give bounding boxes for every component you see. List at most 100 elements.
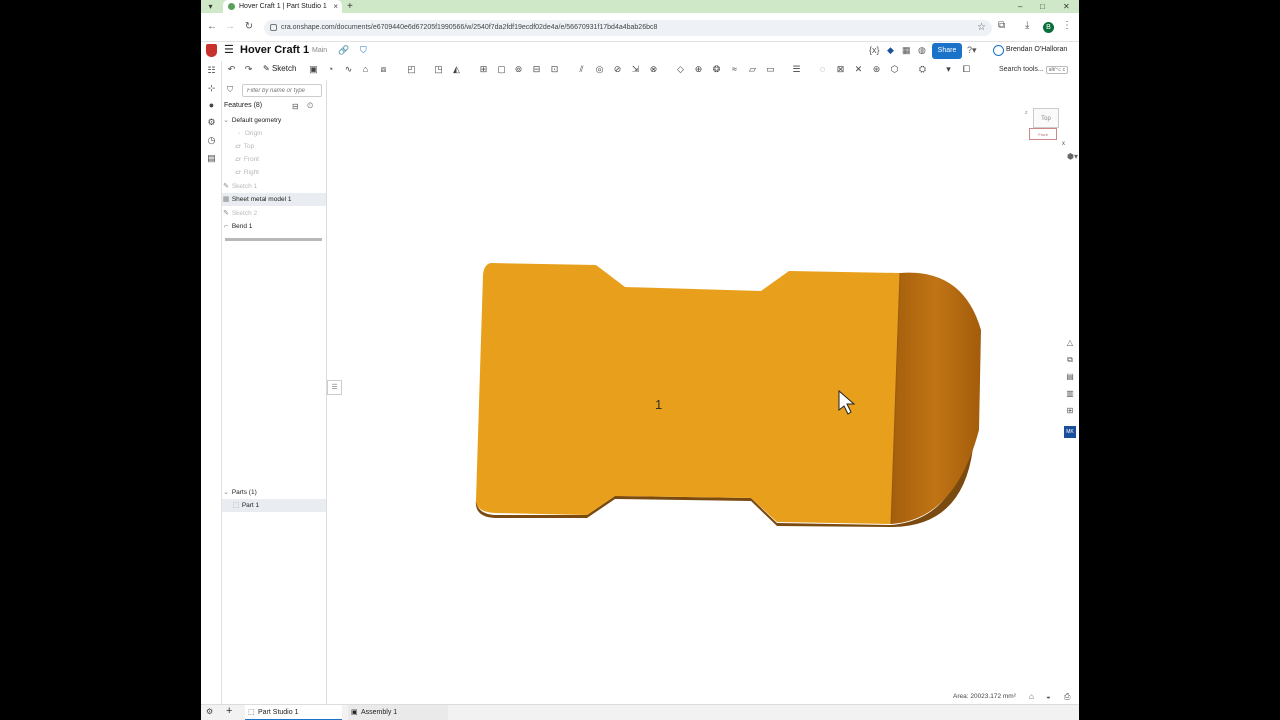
- onshape-logo-icon[interactable]: [206, 44, 217, 57]
- helix-icon[interactable]: ❂: [711, 64, 722, 75]
- undo-icon[interactable]: ↶: [226, 64, 237, 75]
- redo-icon[interactable]: ↷: [243, 64, 254, 75]
- add-custom-feature-icon[interactable]: ▾: [943, 64, 954, 75]
- rollback-bar[interactable]: [225, 238, 322, 241]
- extrude-icon[interactable]: ▣: [308, 64, 319, 75]
- print-icon[interactable]: ⎙: [1064, 692, 1070, 702]
- feature-list-icon[interactable]: ☷: [206, 65, 217, 76]
- part-3d-model[interactable]: [343, 80, 1079, 706]
- section-view-icon[interactable]: ⊠: [835, 64, 846, 75]
- sweep-icon[interactable]: ∿: [343, 64, 354, 75]
- close-tab-icon[interactable]: ×: [333, 0, 338, 13]
- graphics-viewport[interactable]: Top Front x z ⬢▾: [343, 80, 1079, 706]
- part-flat-face[interactable]: [476, 263, 900, 524]
- mate-connector-icon[interactable]: ⊕: [693, 64, 704, 75]
- configurations-icon[interactable]: ⧉: [1064, 354, 1076, 366]
- tab-assembly-1[interactable]: ▣ Assembly 1: [348, 705, 448, 720]
- view-cube[interactable]: Top Front x z ⬢▾: [1015, 90, 1078, 161]
- tab-manager-icon[interactable]: ⚙: [206, 707, 213, 716]
- surface-icon[interactable]: ▱: [747, 64, 758, 75]
- browser-menu-icon[interactable]: ⋮: [1062, 20, 1072, 31]
- selection-filter-icon[interactable]: ⌂: [1029, 692, 1034, 701]
- variable-icon[interactable]: ✕: [853, 64, 864, 75]
- site-info-icon[interactable]: [270, 24, 277, 31]
- plane-icon[interactable]: ◇: [675, 64, 686, 75]
- browser-tab[interactable]: Hover Craft 1 | Part Studio 1 ×: [223, 0, 342, 13]
- named-views-icon[interactable]: ⊛: [871, 64, 882, 75]
- insert-icon[interactable]: ⊹: [206, 83, 217, 94]
- download-icon[interactable]: ⤓: [1025, 20, 1029, 31]
- custom-feature-icon[interactable]: ⛭: [917, 64, 928, 75]
- timer-icon[interactable]: ⏲: [307, 101, 313, 111]
- feature-origin[interactable]: · Origin: [222, 127, 326, 140]
- feature-right-plane[interactable]: ▱ Right: [222, 166, 326, 179]
- link-icon[interactable]: 🔗: [338, 45, 349, 56]
- minimize-button[interactable]: –: [1018, 0, 1022, 13]
- feature-bend-1[interactable]: ⌐ Bend 1: [222, 220, 326, 233]
- part-item-part-1[interactable]: ⬚ Part 1: [222, 499, 326, 512]
- properties-icon[interactable]: ▤: [206, 153, 217, 164]
- view-mode-icon[interactable]: ◒: [1046, 692, 1051, 701]
- loft-icon[interactable]: ⌂: [360, 64, 371, 75]
- transform-icon[interactable]: ⇲: [630, 64, 641, 75]
- feature-default-geometry[interactable]: ⌄ Default geometry: [222, 114, 326, 127]
- mass-properties-icon[interactable]: ▥: [1064, 388, 1076, 400]
- document-title[interactable]: Hover Craft 1: [240, 44, 309, 56]
- hole-icon[interactable]: ⊚: [513, 64, 524, 75]
- filter-icon[interactable]: ⛉: [227, 85, 233, 95]
- app-store-icon[interactable]: ▦: [902, 45, 911, 56]
- rollback-icon[interactable]: ⊟: [292, 102, 299, 111]
- appearance-panel-icon[interactable]: △: [1064, 337, 1076, 349]
- view-cube-top-face[interactable]: Top: [1033, 108, 1059, 128]
- chamfer-icon[interactable]: ◳: [433, 64, 444, 75]
- shell-icon[interactable]: ▢: [496, 64, 507, 75]
- main-menu-icon[interactable]: ☰: [224, 43, 234, 56]
- part-bend-face[interactable]: [891, 272, 981, 524]
- rib-icon[interactable]: ⊞: [478, 64, 489, 75]
- appearance-icon[interactable]: ⚙: [206, 117, 217, 128]
- chevron-down-icon[interactable]: ⌄: [222, 486, 230, 499]
- draft-icon[interactable]: ◭: [451, 64, 462, 75]
- variables-icon[interactable]: ⊞: [1064, 405, 1076, 417]
- feature-sheet-metal-model-1[interactable]: ▦ Sheet metal model 1: [222, 193, 326, 206]
- back-arrow-icon[interactable]: ←: [206, 21, 218, 32]
- measure-icon[interactable]: ◌: [817, 64, 828, 75]
- add-tab-icon[interactable]: +: [226, 705, 232, 717]
- history-icon[interactable]: ◷: [206, 135, 217, 146]
- feature-script-icon[interactable]: MK: [1064, 426, 1076, 438]
- tab-part-studio-1[interactable]: ⬚ Part Studio 1: [245, 705, 342, 720]
- sheet-metal-icon[interactable]: ▭: [765, 64, 776, 75]
- view-cube-front-face[interactable]: Front: [1029, 128, 1057, 140]
- address-bar[interactable]: cra.onshape.com/documents/e6709440e6d672…: [264, 20, 992, 36]
- circular-pattern-icon[interactable]: ⊡: [549, 64, 560, 75]
- feature-sketch-1[interactable]: ✎ Sketch 1: [222, 180, 326, 193]
- reload-icon[interactable]: ↻: [243, 21, 255, 32]
- user-avatar-icon[interactable]: [993, 45, 1004, 56]
- variable-studio-icon[interactable]: {x}: [869, 45, 880, 55]
- curve-icon[interactable]: ≈: [729, 64, 740, 75]
- sketch-button[interactable]: ✎ Sketch: [263, 64, 296, 73]
- thicken-icon[interactable]: ⧈: [378, 64, 389, 75]
- feature-sketch-2[interactable]: ✎ Sketch 2: [222, 207, 326, 220]
- collapse-panel-icon[interactable]: ☰: [327, 380, 342, 395]
- mirror-icon[interactable]: ⫽: [576, 64, 587, 75]
- new-tab-button[interactable]: +: [347, 0, 353, 13]
- help-icon[interactable]: ?▾: [967, 45, 977, 56]
- maximize-button[interactable]: □: [1040, 0, 1045, 13]
- view-options-icon[interactable]: ⬢▾: [1067, 152, 1078, 161]
- extensions-icon[interactable]: ⧉: [998, 20, 1005, 31]
- browser-profile-avatar[interactable]: B: [1043, 22, 1054, 33]
- forward-arrow-icon[interactable]: →: [224, 21, 236, 32]
- feature-filter-input[interactable]: [242, 84, 322, 97]
- render-icon[interactable]: ⬡: [889, 64, 900, 75]
- revolve-icon[interactable]: ◔: [325, 64, 336, 75]
- search-tools-input[interactable]: Search tools... alt/⌥ c: [999, 66, 1069, 74]
- notifications-icon[interactable]: ◆: [887, 45, 894, 56]
- tab-search-dropdown-icon[interactable]: ▾: [205, 1, 216, 12]
- bookmark-star-icon[interactable]: ☆: [977, 20, 986, 36]
- feature-top-plane[interactable]: ▱ Top: [222, 140, 326, 153]
- app-icon[interactable]: ⧠: [961, 64, 972, 75]
- frame-icon[interactable]: ☰: [791, 64, 802, 75]
- chevron-down-icon[interactable]: ⌄: [222, 114, 230, 127]
- split-icon[interactable]: ⊘: [612, 64, 623, 75]
